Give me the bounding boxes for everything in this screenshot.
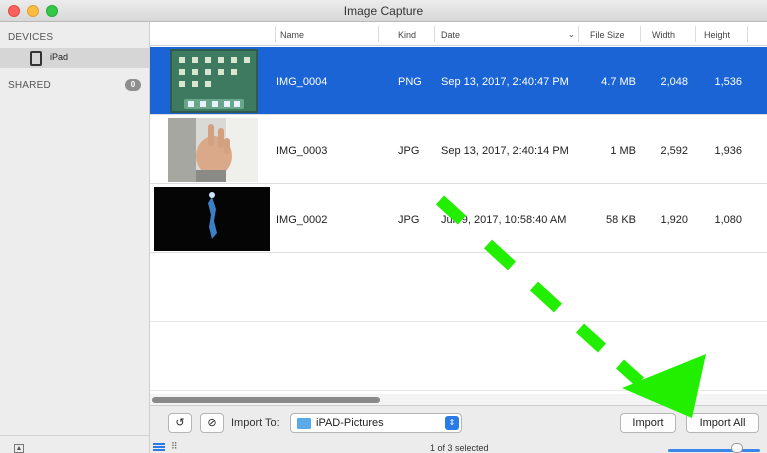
ipad-icon — [30, 51, 42, 66]
sidebar-item-ipad[interactable]: iPad — [0, 48, 149, 68]
thumbnail-size-slider[interactable] — [668, 449, 760, 452]
sidebar-item-label: iPad — [50, 52, 69, 62]
file-size: 1 MB — [610, 145, 636, 157]
column-separator — [695, 26, 696, 42]
dark-photo-thumbnail — [154, 187, 270, 251]
folder-icon — [297, 418, 311, 429]
empty-row — [150, 323, 767, 391]
column-separator — [640, 26, 641, 42]
column-separator — [378, 26, 379, 42]
shared-header: SHARED — [8, 80, 51, 91]
column-header-file-size[interactable]: File Size — [590, 30, 625, 40]
file-kind: JPG — [398, 214, 420, 226]
import-destination-value: iPAD-Pictures — [316, 417, 384, 429]
devices-header: DEVICES — [8, 32, 54, 43]
shared-count-badge: 0 — [125, 79, 141, 91]
import-button[interactable]: Import — [620, 413, 676, 433]
file-kind: JPG — [398, 145, 420, 157]
column-separator — [747, 26, 748, 42]
file-height: 1,936 — [714, 145, 742, 157]
column-separator — [434, 26, 435, 42]
sidebar: DEVICES iPad SHARED 0 ▲ — [0, 22, 150, 453]
import-destination-select[interactable]: iPAD-Pictures ⇕ — [290, 413, 462, 433]
window-title: Image Capture — [343, 4, 424, 18]
delete-button[interactable]: ⊘ — [200, 413, 224, 433]
select-stepper-icon: ⇕ — [445, 416, 459, 430]
file-height: 1,536 — [714, 76, 742, 88]
rotate-left-icon: ↺ — [175, 417, 185, 429]
import-all-button[interactable]: Import All — [686, 413, 759, 433]
title-bar: Image Capture — [0, 0, 767, 22]
import-to-label: Import To: — [231, 417, 280, 429]
file-width: 1,920 — [660, 214, 688, 226]
table-row[interactable]: IMG_0002 JPG Jun 9, 2017, 10:58:40 AM 58… — [150, 185, 767, 253]
rotate-left-button[interactable]: ↺ — [168, 413, 192, 433]
sort-chevron-icon[interactable]: ⌄ — [568, 30, 575, 39]
column-separator — [578, 26, 579, 42]
horizontal-scrollbar-thumb[interactable] — [152, 397, 380, 403]
file-height: 1,080 — [714, 214, 742, 226]
hand-photo-thumbnail — [168, 118, 258, 182]
column-header-height[interactable]: Height — [704, 30, 730, 40]
file-size: 4.7 MB — [601, 76, 636, 88]
column-header-width[interactable]: Width — [652, 30, 675, 40]
file-size: 58 KB — [606, 214, 636, 226]
column-separator — [275, 26, 276, 42]
grid-view-icon[interactable]: ⠿ — [171, 442, 178, 451]
file-date: Jun 9, 2017, 10:58:40 AM — [441, 214, 567, 226]
file-kind: PNG — [398, 76, 422, 88]
sidebar-expand-icon[interactable]: ▲ — [14, 444, 24, 453]
column-header-date[interactable]: Date — [441, 30, 460, 40]
file-width: 2,048 — [660, 76, 688, 88]
table-row[interactable]: IMG_0003 JPG Sep 13, 2017, 2:40:14 PM 1 … — [150, 116, 767, 184]
empty-row — [150, 254, 767, 322]
file-name: IMG_0004 — [276, 76, 328, 88]
list-view-icon[interactable] — [153, 443, 165, 451]
ipad-homescreen-thumbnail — [170, 49, 258, 113]
file-name: IMG_0003 — [276, 145, 328, 157]
selection-status: 1 of 3 selected — [430, 443, 489, 453]
file-name: IMG_0002 — [276, 214, 328, 226]
file-date: Sep 13, 2017, 2:40:14 PM — [441, 145, 569, 157]
file-width: 2,592 — [660, 145, 688, 157]
file-date: Sep 13, 2017, 2:40:47 PM — [441, 76, 569, 88]
thumbnail-size-slider-knob[interactable] — [731, 443, 743, 453]
sidebar-divider — [0, 435, 149, 436]
column-header-name[interactable]: Name — [280, 30, 304, 40]
column-header-kind[interactable]: Kind — [398, 30, 416, 40]
no-entry-icon: ⊘ — [207, 417, 217, 429]
table-header: Name Kind Date ⌄ File Size Width Height — [150, 22, 767, 46]
table-row[interactable]: IMG_0004 PNG Sep 13, 2017, 2:40:47 PM 4.… — [150, 47, 767, 115]
